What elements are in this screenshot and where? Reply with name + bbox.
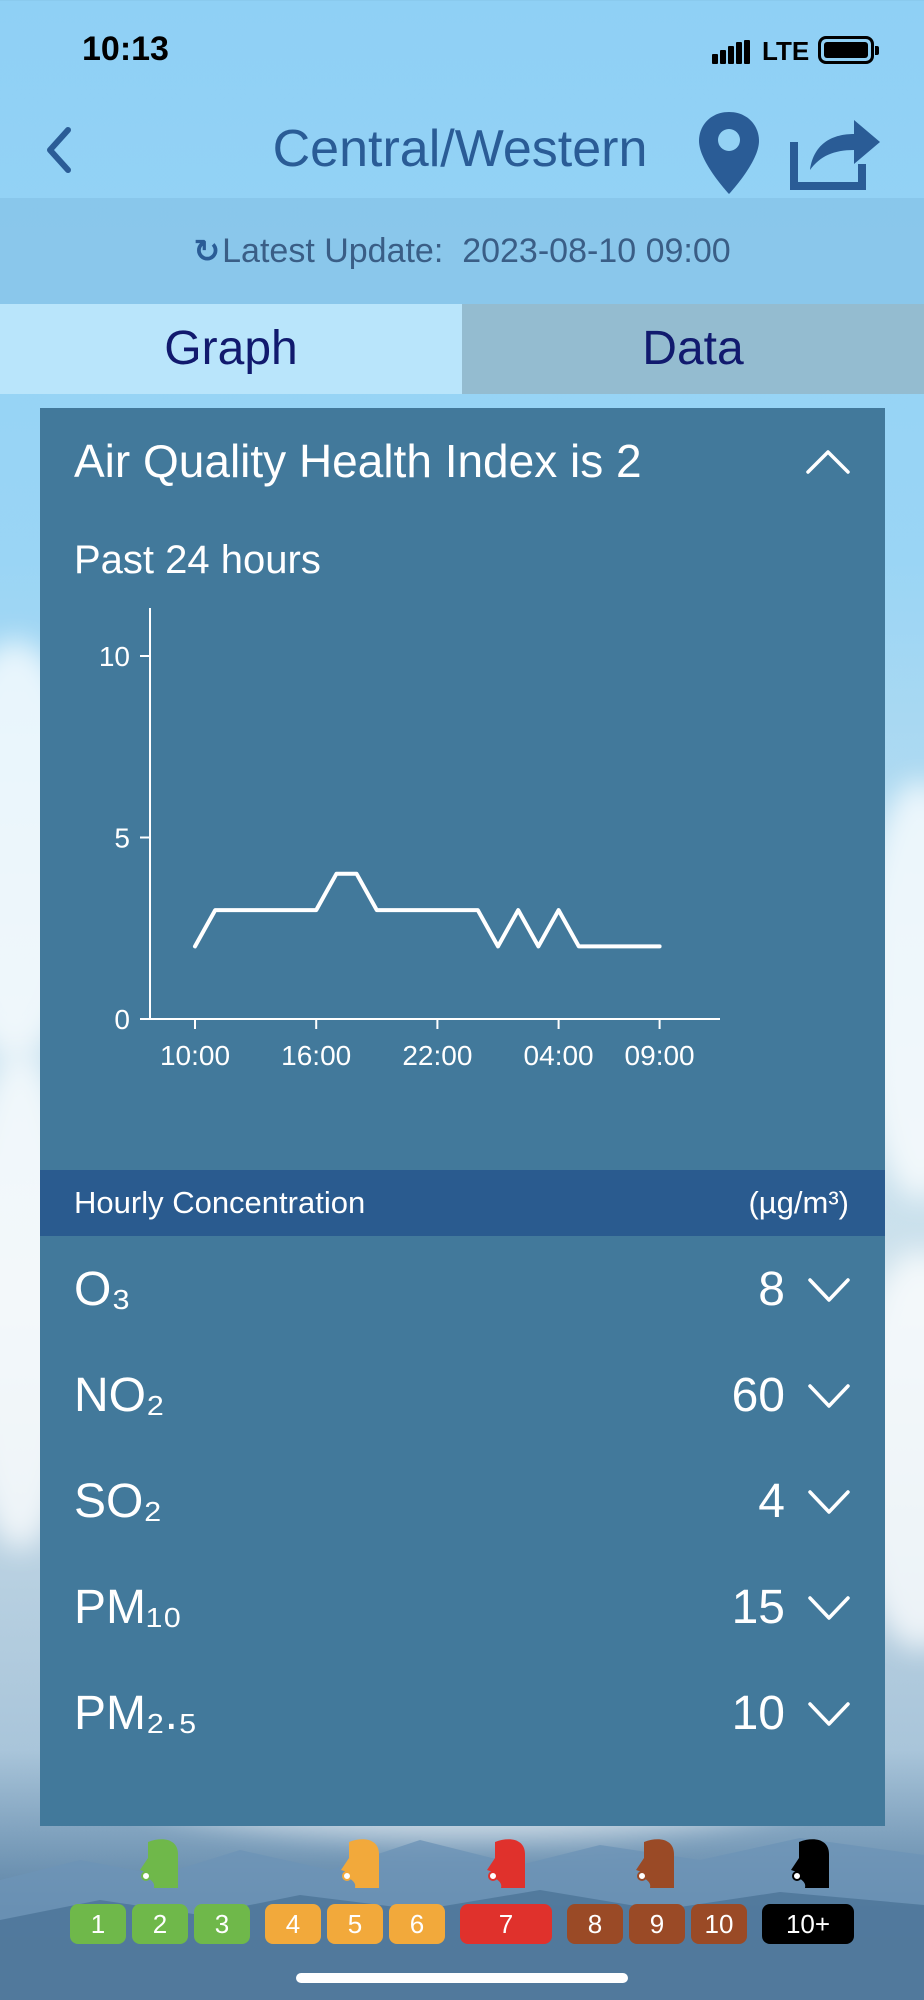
aqhi-level-badge: 7 [460, 1904, 552, 1944]
x-tick-label: 10:00 [160, 1040, 230, 1071]
chevron-down-icon[interactable] [807, 1488, 851, 1516]
pollutant-row-no2[interactable]: NO₂ 60 [40, 1342, 885, 1448]
aqhi-level-badge: 3 [194, 1904, 250, 1944]
share-button[interactable] [788, 108, 884, 192]
aqhi-series-line [193, 871, 662, 949]
pollutant-row-so2[interactable]: SO₂ 4 [40, 1448, 885, 1554]
face-low-icon [140, 1839, 178, 1888]
update-text: ↻Latest Update: 2023-08-10 09:00 [0, 198, 924, 304]
tab-data[interactable]: Data [462, 304, 924, 394]
aqhi-level-badge: 6 [389, 1904, 445, 1944]
x-tick-label: 09:00 [625, 1040, 695, 1071]
network-type: LTE [762, 36, 810, 66]
y-tick-label: 5 [114, 823, 130, 854]
chevron-down-icon[interactable] [807, 1594, 851, 1622]
x-tick-label: 04:00 [524, 1040, 594, 1071]
location-button[interactable] [695, 108, 763, 198]
x-tick-label: 22:00 [402, 1040, 472, 1071]
aqhi-legend: 1 2 3 4 5 6 7 8 9 10 10+ [0, 1836, 924, 1956]
aqhi-level-badge: 8 [567, 1904, 623, 1944]
card-header[interactable]: Air Quality Health Index is 2 [40, 408, 885, 518]
aqhi-level-badge: 2 [132, 1904, 188, 1944]
aqhi-chart: 0 5 10 10:00 16:00 22:00 04:00 09:00 [99, 608, 720, 1071]
tab-graph[interactable]: Graph [0, 304, 462, 394]
pollutant-row-o3[interactable]: O₃ 8 [40, 1236, 885, 1342]
chevron-down-icon[interactable] [807, 1700, 851, 1728]
status-time: 10:13 [82, 30, 169, 68]
aqhi-level-badge: 4 [265, 1904, 321, 1944]
aqhi-title: Air Quality Health Index is 2 [74, 435, 642, 487]
pollutant-row-pm25[interactable]: PM₂.₅ 10 [40, 1660, 885, 1766]
pollutant-name: SO₂ [74, 1475, 162, 1528]
update-timestamp: 2023-08-10 09:00 [462, 232, 731, 270]
aqhi-card: Air Quality Health Index is 2 Past 24 ho… [40, 408, 885, 1826]
pollutant-value: 60 [731, 1369, 785, 1422]
chart-subtitle: Past 24 hours [74, 538, 321, 582]
aqhi-level-badge: 5 [327, 1904, 383, 1944]
signal-icon [712, 40, 750, 64]
pollutant-value: 4 [758, 1475, 785, 1528]
aqhi-level-badge: 10+ [762, 1904, 854, 1944]
chevron-left-icon [47, 127, 71, 173]
battery-icon [818, 36, 879, 64]
page-title: Central/Western [272, 120, 648, 178]
face-high-icon [487, 1839, 525, 1888]
concentration-title: Hourly Concentration [74, 1185, 366, 1220]
concentration-header: Hourly Concentration (µg/m³) [40, 1170, 885, 1236]
y-tick-label: 0 [114, 1004, 130, 1035]
pollutant-row-pm10[interactable]: PM₁₀ 15 [40, 1554, 885, 1660]
update-label: Latest Update: [222, 232, 444, 270]
face-serious-icon [791, 1839, 829, 1888]
pollutant-value: 10 [731, 1687, 785, 1740]
concentration-unit: (µg/m³) [748, 1185, 849, 1220]
x-tick-label: 16:00 [281, 1040, 351, 1071]
chevron-up-icon [806, 450, 850, 474]
pollutant-name: NO₂ [74, 1369, 165, 1422]
y-tick-label: 10 [99, 641, 130, 672]
aqhi-level-badge: 1 [70, 1904, 126, 1944]
pollutant-value: 8 [758, 1263, 785, 1316]
pollutant-name: PM₁₀ [74, 1581, 183, 1634]
face-moderate-icon [341, 1839, 379, 1888]
back-button[interactable] [38, 120, 82, 180]
status-bar: 10:13 LTE [0, 0, 924, 100]
pollutant-name: PM₂.₅ [74, 1687, 198, 1740]
nav-bar: Central/Western [0, 100, 924, 198]
map-pin-icon [699, 112, 759, 194]
update-bar: ↻Latest Update: 2023-08-10 09:00 [0, 198, 924, 304]
pollutant-name: O₃ [74, 1263, 131, 1316]
share-icon [790, 120, 880, 190]
aqhi-level-badge: 10 [691, 1904, 747, 1944]
pollutant-value: 15 [731, 1581, 785, 1634]
face-very-high-icon [636, 1839, 674, 1888]
aqhi-level-badge: 9 [629, 1904, 685, 1944]
tab-bar: Graph Data [0, 304, 924, 394]
chevron-down-icon[interactable] [807, 1276, 851, 1304]
refresh-icon[interactable]: ↻ [193, 198, 220, 304]
chevron-down-icon[interactable] [807, 1382, 851, 1410]
home-indicator[interactable] [296, 1973, 628, 1983]
collapse-button[interactable] [804, 446, 852, 476]
pollutant-list: O₃ 8 NO₂ 60 SO₂ 4 PM₁₀ 15 PM₂.₅ 10 [40, 1236, 885, 1766]
